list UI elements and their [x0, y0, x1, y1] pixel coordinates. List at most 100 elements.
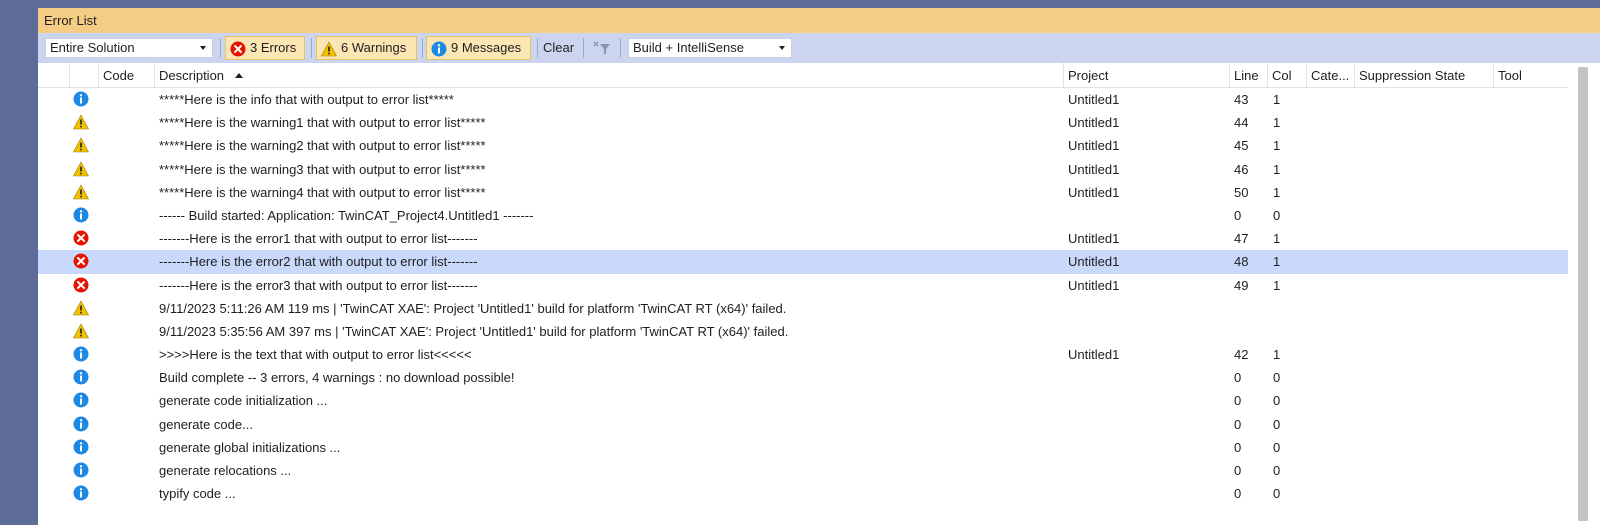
header-line[interactable]: Line: [1229, 63, 1267, 87]
row-col: 1: [1273, 161, 1281, 177]
warning-icon: [73, 300, 91, 318]
header-col[interactable]: Col: [1267, 63, 1306, 87]
chevron-down-icon: [200, 46, 206, 50]
build-source-value: Build + IntelliSense: [633, 40, 744, 55]
row-description: *****Here is the warning4 that with outp…: [159, 184, 486, 200]
scope-dropdown[interactable]: Entire Solution: [45, 38, 213, 58]
errors-filter-label: 3 Errors: [250, 40, 297, 55]
error-list-row[interactable]: *****Here is the warning2 that with outp…: [38, 134, 1568, 157]
error-list-row[interactable]: generate relocations ... 0 0: [38, 459, 1568, 482]
error-list-row[interactable]: typify code ... 0 0: [38, 482, 1568, 505]
clear-button[interactable]: Clear: [543, 36, 574, 60]
header-type-column[interactable]: [69, 63, 98, 87]
header-description-label: Description: [159, 68, 225, 83]
header-suppression-state[interactable]: Suppression State: [1354, 63, 1493, 87]
info-icon: [73, 416, 91, 434]
header-tool[interactable]: Tool: [1493, 63, 1568, 87]
row-col: 1: [1273, 254, 1281, 270]
row-description: *****Here is the warning2 that with outp…: [159, 138, 486, 154]
row-line: 0: [1234, 486, 1242, 502]
row-line: 0: [1234, 463, 1242, 478]
row-description: >>>>Here is the text that with output to…: [159, 347, 472, 363]
scrollbar-thumb[interactable]: [1578, 67, 1588, 521]
panel-title-bar[interactable]: Error List: [38, 8, 1600, 33]
error-list-row[interactable]: 9/11/2023 5:35:56 AM 397 ms | 'TwinCAT X…: [38, 320, 1568, 343]
error-list-row[interactable]: 9/11/2023 5:11:26 AM 119 ms | 'TwinCAT X…: [38, 297, 1568, 320]
error-list-row[interactable]: generate code... 0 0: [38, 413, 1568, 436]
info-icon: [431, 41, 447, 64]
error-list-row[interactable]: generate code initialization ... 0 0: [38, 389, 1568, 412]
row-col: 1: [1273, 231, 1281, 247]
row-description: -------Here is the error2 that with outp…: [159, 254, 478, 270]
row-line: 43: [1234, 92, 1249, 107]
row-project: Untitled1: [1068, 92, 1120, 107]
row-description: generate relocations ...: [159, 463, 292, 478]
messages-filter-label: 9 Messages: [451, 40, 522, 55]
error-list-row[interactable]: *****Here is the warning3 that with outp…: [38, 158, 1568, 181]
row-line: 45: [1234, 138, 1249, 154]
vertical-scrollbar[interactable]: [1568, 63, 1600, 525]
row-description: generate code initialization ...: [159, 393, 328, 409]
toolbar-separator: [537, 38, 538, 58]
info-icon: [73, 369, 91, 387]
error-list-row[interactable]: *****Here is the info that with output t…: [38, 88, 1568, 111]
row-description: *****Here is the warning1 that with outp…: [159, 115, 486, 131]
toolbar-separator: [220, 38, 221, 58]
error-list-row[interactable]: -------Here is the error3 that with outp…: [38, 274, 1568, 297]
row-description: typify code ...: [159, 486, 236, 502]
row-description: generate code...: [159, 416, 253, 432]
warning-icon: [73, 160, 91, 179]
error-list-toolbar: Entire Solution 3 Errors 6 Warnings 9 Me…: [38, 33, 1600, 63]
error-list-row[interactable]: -------Here is the error1 that with outp…: [38, 227, 1568, 250]
error-list-row[interactable]: >>>>Here is the text that with output to…: [38, 343, 1568, 366]
row-line: 44: [1234, 115, 1249, 131]
grid-rows: *****Here is the info that with output t…: [38, 88, 1568, 505]
clear-filter-icon[interactable]: [593, 41, 611, 58]
row-col: 1: [1273, 277, 1281, 293]
row-description: Build complete -- 3 errors, 4 warnings :…: [159, 370, 515, 386]
row-col: 0: [1273, 207, 1281, 223]
error-icon: [73, 253, 91, 271]
header-description[interactable]: Description: [154, 63, 1063, 87]
toolbar-separator: [311, 38, 312, 58]
row-description: *****Here is the info that with output t…: [159, 92, 454, 107]
header-project[interactable]: Project: [1063, 63, 1229, 87]
error-list-row[interactable]: generate global initializations ... 0 0: [38, 436, 1568, 459]
grid-header: Code Description Project Line Col Cate..…: [38, 63, 1568, 88]
header-category[interactable]: Cate...: [1306, 63, 1354, 87]
row-project: Untitled1: [1068, 231, 1120, 247]
row-line: 0: [1234, 393, 1242, 409]
row-line: 50: [1234, 184, 1249, 200]
info-icon: [73, 392, 91, 410]
error-list-row[interactable]: *****Here is the warning4 that with outp…: [38, 181, 1568, 204]
error-list-row[interactable]: ------ Build started: Application: TwinC…: [38, 204, 1568, 227]
errors-filter-button[interactable]: 3 Errors: [225, 36, 305, 60]
header-code[interactable]: Code: [98, 63, 154, 87]
row-line: 0: [1234, 207, 1242, 223]
panel-title: Error List: [44, 13, 97, 28]
toolbar-separator: [620, 38, 621, 58]
build-source-dropdown[interactable]: Build + IntelliSense: [628, 38, 792, 58]
messages-filter-button[interactable]: 9 Messages: [426, 36, 531, 60]
warnings-filter-button[interactable]: 6 Warnings: [316, 36, 417, 60]
error-list-row[interactable]: *****Here is the warning1 that with outp…: [38, 111, 1568, 134]
warnings-filter-label: 6 Warnings: [341, 40, 407, 55]
row-description: -------Here is the error1 that with outp…: [159, 231, 478, 247]
row-description: 9/11/2023 5:35:56 AM 397 ms | 'TwinCAT X…: [159, 323, 789, 339]
error-list-window: Error List Entire Solution 3 Errors 6 Wa…: [35, 0, 1600, 525]
sort-ascending-icon: [235, 73, 243, 78]
window-top-border: [38, 0, 1600, 8]
error-list-row[interactable]: -------Here is the error2 that with outp…: [38, 250, 1568, 274]
info-icon: [73, 91, 91, 109]
row-project: Untitled1: [1068, 184, 1120, 200]
scope-dropdown-value: Entire Solution: [50, 40, 135, 55]
error-icon: [73, 230, 91, 248]
row-description: *****Here is the warning3 that with outp…: [159, 161, 486, 177]
row-col: 0: [1273, 463, 1281, 478]
error-list-row[interactable]: Build complete -- 3 errors, 4 warnings :…: [38, 366, 1568, 389]
warning-icon: [73, 184, 91, 202]
info-icon: [73, 346, 91, 364]
header-checkbox-column[interactable]: [38, 63, 69, 87]
chevron-down-icon: [779, 46, 785, 50]
error-list-grid: Code Description Project Line Col Cate..…: [38, 63, 1568, 525]
